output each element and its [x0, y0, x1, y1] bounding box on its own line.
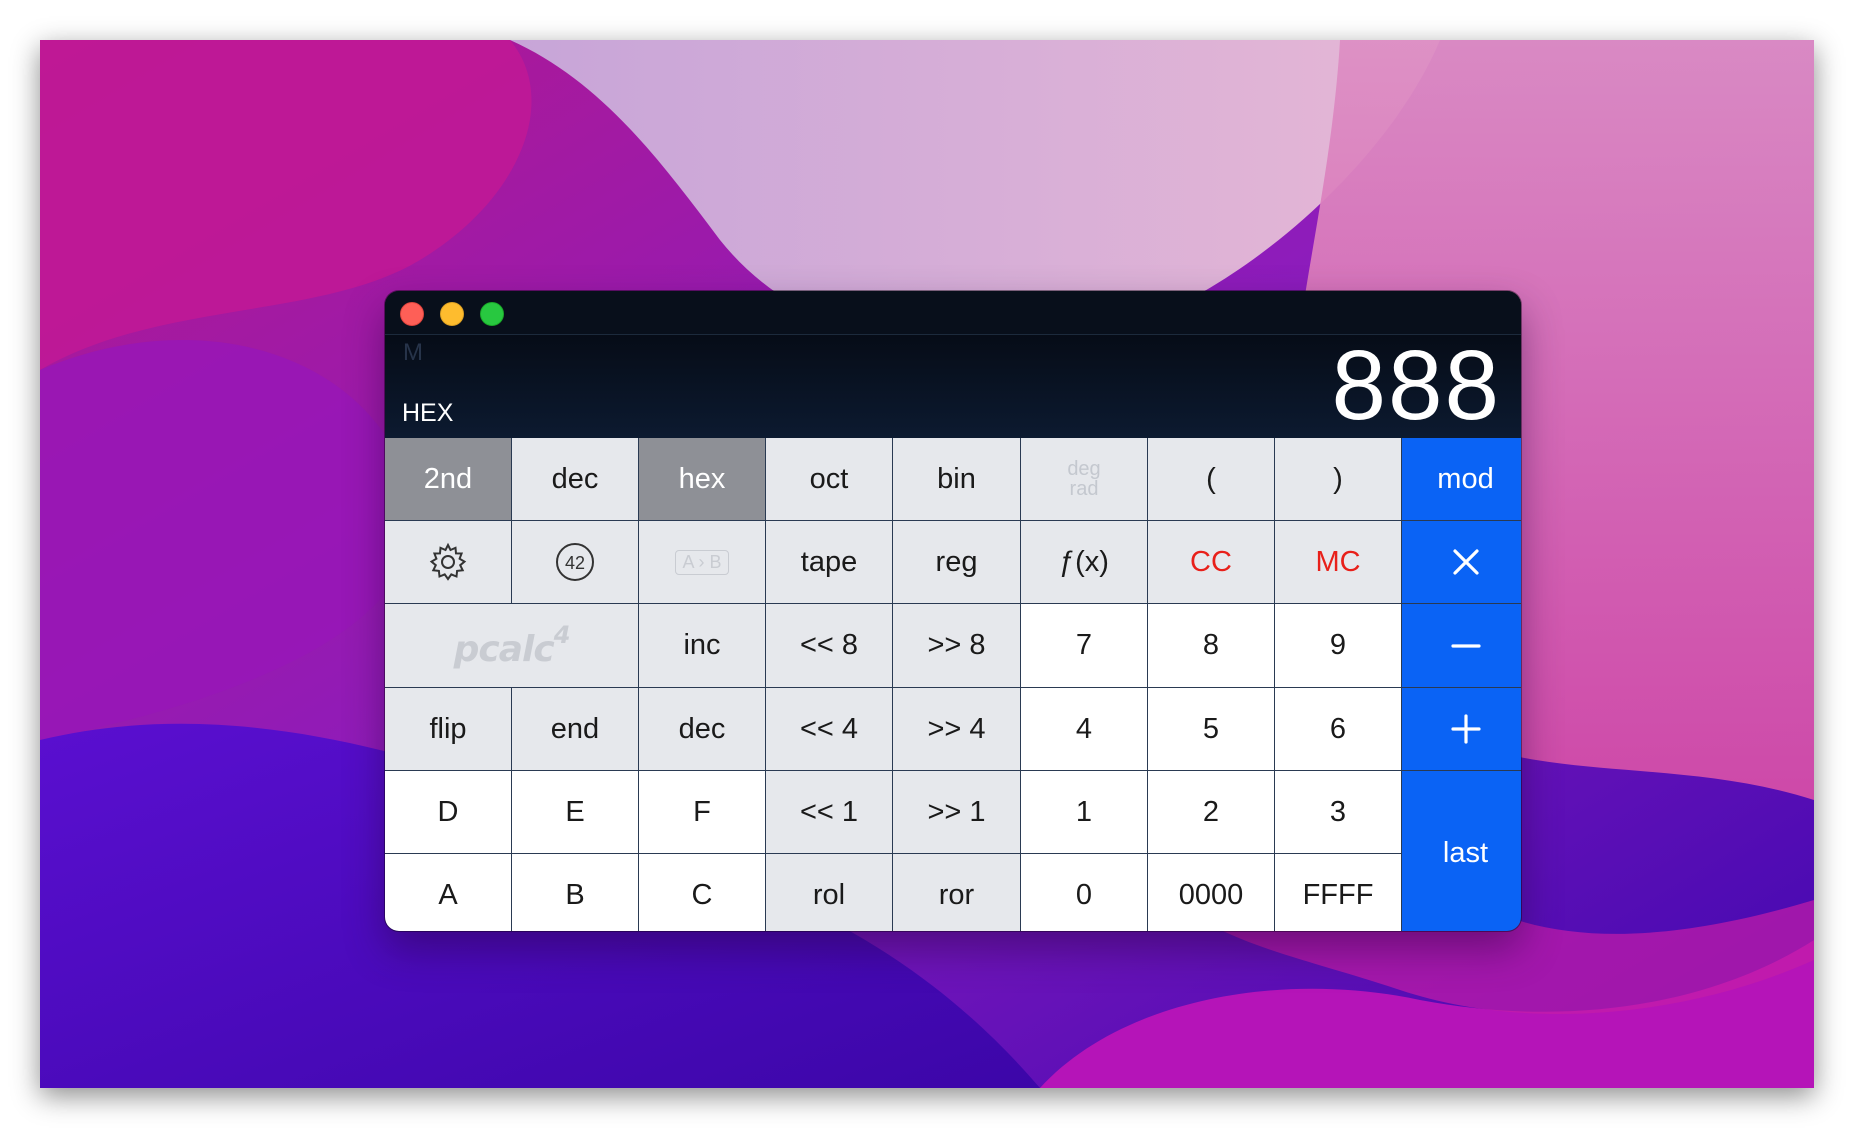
function-button[interactable]: ƒ(x) — [1021, 521, 1147, 603]
multiply-button[interactable] — [1402, 521, 1521, 603]
shift-right-1-button[interactable]: >> 1 — [893, 771, 1020, 853]
zoom-window-button[interactable] — [480, 302, 504, 326]
open-paren-button[interactable]: ( — [1148, 438, 1274, 520]
increment-button[interactable]: inc — [639, 604, 765, 687]
digit-4-button[interactable]: 4 — [1021, 688, 1147, 770]
rotate-left-button[interactable]: rol — [766, 854, 892, 931]
minimize-window-button[interactable] — [440, 302, 464, 326]
keypad: 2nd dec hex oct bin deg rad ( ) mod 42 A… — [385, 438, 1521, 931]
hex-digit-f-button[interactable]: F — [639, 771, 765, 853]
deg-label: deg — [1067, 458, 1101, 480]
zero-word-button[interactable]: 0000 — [1148, 854, 1274, 931]
hex-digit-d-button[interactable]: D — [385, 771, 511, 853]
calculator-display: M HEX 888 — [385, 330, 1521, 440]
digit-5-button[interactable]: 5 — [1148, 688, 1274, 770]
hex-digit-b-button[interactable]: B — [512, 854, 638, 931]
second-function-button[interactable]: 2nd — [385, 438, 511, 520]
number-base-label: HEX — [402, 399, 454, 427]
digit-1-button[interactable]: 1 — [1021, 771, 1147, 853]
shift-right-4-button[interactable]: >> 4 — [893, 688, 1020, 770]
register-button[interactable]: reg — [893, 521, 1020, 603]
digit-6-button[interactable]: 6 — [1275, 688, 1401, 770]
flip-button[interactable]: flip — [385, 688, 511, 770]
digit-0-button[interactable]: 0 — [1021, 854, 1147, 931]
pcalc-logo: pcalc4 — [385, 604, 638, 687]
binary-mode-button[interactable]: bin — [893, 438, 1020, 520]
constant-42-label: 42 — [565, 553, 585, 573]
endian-button[interactable]: end — [512, 688, 638, 770]
add-button[interactable] — [1402, 688, 1521, 770]
digit-9-button[interactable]: 9 — [1275, 604, 1401, 687]
pcalc-logo-text: pcalc — [453, 629, 555, 670]
ffff-word-button[interactable]: FFFF — [1275, 854, 1401, 931]
hex-digit-c-button[interactable]: C — [639, 854, 765, 931]
deg-rad-toggle[interactable]: deg rad — [1021, 438, 1147, 520]
rotate-right-button[interactable]: ror — [893, 854, 1020, 931]
shift-left-1-button[interactable]: << 1 — [766, 771, 892, 853]
digit-2-button[interactable]: 2 — [1148, 771, 1274, 853]
a-to-b-swap-icon: A › B — [675, 549, 729, 575]
multiply-icon — [1452, 549, 1479, 575]
display-value: 888 — [1331, 330, 1501, 440]
digit-3-button[interactable]: 3 — [1275, 771, 1401, 853]
last-button[interactable]: last — [1402, 771, 1521, 931]
shift-right-8-button[interactable]: >> 8 — [893, 604, 1020, 687]
hex-digit-a-button[interactable]: A — [385, 854, 511, 931]
subtract-button[interactable] — [1402, 604, 1521, 687]
minus-icon — [1450, 643, 1481, 648]
memory-indicator: M — [403, 339, 423, 366]
constants-button[interactable]: 42 — [512, 521, 638, 603]
decrement-button[interactable]: dec — [639, 688, 765, 770]
digit-8-button[interactable]: 8 — [1148, 604, 1274, 687]
close-window-button[interactable] — [400, 302, 424, 326]
decimal-mode-button[interactable]: dec — [512, 438, 638, 520]
octal-mode-button[interactable]: oct — [766, 438, 892, 520]
pcalc-version: 4 — [553, 621, 571, 649]
settings-button[interactable] — [385, 521, 511, 603]
close-paren-button[interactable]: ) — [1275, 438, 1401, 520]
hex-digit-e-button[interactable]: E — [512, 771, 638, 853]
mod-button[interactable]: mod — [1402, 438, 1521, 520]
shift-left-4-button[interactable]: << 4 — [766, 688, 892, 770]
tape-button[interactable]: tape — [766, 521, 892, 603]
hex-mode-button[interactable]: hex — [639, 438, 765, 520]
clear-button[interactable]: CC — [1148, 521, 1274, 603]
memory-clear-button[interactable]: MC — [1275, 521, 1401, 603]
digit-7-button[interactable]: 7 — [1021, 604, 1147, 687]
desktop: M HEX 888 2nd dec hex oct bin deg rad ( … — [40, 40, 1814, 1088]
circled-42-icon: 42 — [556, 543, 594, 581]
gear-icon — [429, 542, 467, 581]
swap-button[interactable]: A › B — [639, 521, 765, 603]
plus-icon — [1450, 714, 1481, 744]
rad-label: rad — [1069, 478, 1099, 500]
pcalc-window: M HEX 888 2nd dec hex oct bin deg rad ( … — [385, 291, 1521, 931]
shift-left-8-button[interactable]: << 8 — [766, 604, 892, 687]
